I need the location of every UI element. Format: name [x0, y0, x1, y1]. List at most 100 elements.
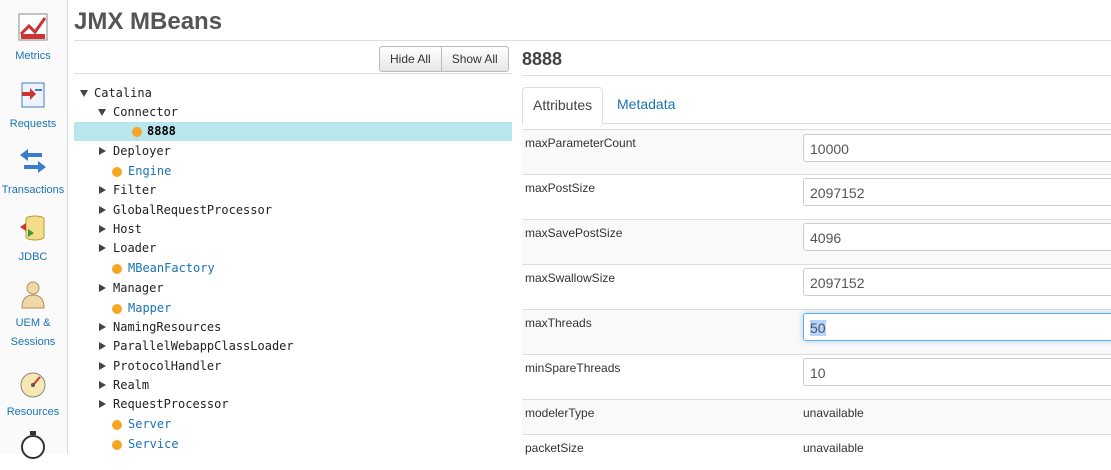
- tree-node-manager[interactable]: Manager: [74, 279, 512, 298]
- attribute-value: unavailable: [803, 406, 864, 420]
- tree-node-globalrequestprocessor[interactable]: GlobalRequestProcessor: [74, 201, 512, 220]
- tree-node-server[interactable]: Server: [74, 415, 512, 434]
- attribute-value-input[interactable]: 2097152: [803, 268, 1111, 296]
- attribute-row: modelerType unavailable: [522, 399, 1111, 435]
- attribute-value-input[interactable]: 50: [803, 313, 1111, 341]
- tree-node-mbeanfactory[interactable]: MBeanFactory: [74, 259, 512, 278]
- collapse-arrow-icon[interactable]: [99, 362, 106, 370]
- tree-node-label: Loader: [113, 241, 157, 255]
- collapse-arrow-icon[interactable]: [99, 381, 106, 389]
- tree-node-label: Realm: [113, 378, 150, 392]
- tree-node-label: ParallelWebappClassLoader: [113, 339, 294, 353]
- attribute-name: packetSize: [525, 441, 584, 455]
- expand-arrow-icon[interactable]: [80, 90, 88, 97]
- mbean-title: 8888: [522, 49, 563, 69]
- tree-node-label: ProtocolHandler: [113, 359, 222, 373]
- attribute-row: minSpareThreads 10: [522, 354, 1111, 400]
- collapse-arrow-icon[interactable]: [99, 225, 106, 233]
- tree-node-label: MBeanFactory: [128, 261, 215, 275]
- tree-divider: [74, 73, 512, 74]
- sidebar-item-resources[interactable]: Resources: [0, 368, 66, 422]
- collapse-arrow-icon[interactable]: [99, 244, 106, 252]
- leaf-dot-icon: [132, 127, 142, 137]
- tree-node-parallelwebappclassloader[interactable]: ParallelWebappClassLoader: [74, 337, 512, 356]
- tree-node-label: Service: [128, 437, 179, 451]
- attribute-name: minSpareThreads: [525, 361, 621, 375]
- tree-node-label: Deployer: [113, 144, 171, 158]
- tree-node-filter[interactable]: Filter: [74, 181, 512, 200]
- collapse-arrow-icon[interactable]: [99, 186, 106, 194]
- tree-node-label: 8888: [147, 124, 176, 138]
- tree-node-catalina[interactable]: Catalina: [74, 84, 512, 103]
- collapse-arrow-icon[interactable]: [99, 147, 106, 155]
- sidebar-item-uem-sessions[interactable]: UEM & Sessions: [0, 279, 66, 352]
- sidebar-item-label: JDBC: [18, 251, 48, 263]
- sidebar-item-timer[interactable]: [0, 430, 66, 464]
- tree-node-mapper[interactable]: Mapper: [74, 299, 512, 318]
- collapse-arrow-icon[interactable]: [99, 206, 106, 214]
- expand-arrow-icon[interactable]: [98, 109, 106, 116]
- hide-all-button[interactable]: Hide All: [379, 46, 442, 72]
- leaf-dot-icon: [112, 304, 122, 314]
- stopwatch-icon: [21, 431, 45, 459]
- sidebar-item-transactions[interactable]: Transactions: [0, 146, 66, 200]
- attribute-value-input[interactable]: 2097152: [803, 178, 1111, 206]
- tab-attributes[interactable]: Attributes: [522, 87, 604, 125]
- tree-node-label: Catalina: [94, 86, 152, 100]
- detail-tabs: Attributes Metadata: [522, 87, 1111, 125]
- tree-node-8888[interactable]: 8888: [74, 122, 512, 141]
- sidebar-item-metrics[interactable]: Metrics: [0, 12, 66, 66]
- leaf-dot-icon: [112, 264, 122, 274]
- collapse-arrow-icon[interactable]: [99, 323, 106, 331]
- tree-node-label: Filter: [113, 183, 157, 197]
- tab-metadata[interactable]: Metadata: [607, 87, 685, 122]
- transactions-icon: [20, 149, 46, 173]
- sidebar-item-jdbc[interactable]: JDBC: [0, 213, 66, 267]
- show-all-button[interactable]: Show All: [441, 46, 509, 72]
- attribute-name: modelerType: [525, 406, 595, 420]
- gauge-icon: [20, 372, 46, 398]
- attribute-row: maxThreads 50: [522, 309, 1111, 355]
- title-divider: [74, 40, 1111, 41]
- attribute-value-input[interactable]: 10000: [803, 134, 1111, 162]
- tree-node-connector[interactable]: Connector: [74, 103, 512, 122]
- attribute-value-input[interactable]: 10: [803, 358, 1111, 386]
- tree-node-label: Manager: [113, 281, 164, 295]
- requests-icon: [21, 82, 45, 108]
- tree-node-label: Server: [128, 417, 172, 431]
- collapse-arrow-icon[interactable]: [99, 342, 106, 350]
- attribute-value-input[interactable]: 4096: [803, 223, 1111, 251]
- tree-node-namingresources[interactable]: NamingResources: [74, 318, 512, 337]
- tree-node-label: NamingResources: [113, 320, 222, 334]
- leaf-dot-icon: [112, 420, 122, 430]
- page-title: JMX MBeans: [74, 8, 223, 35]
- tree-node-deployer[interactable]: Deployer: [74, 142, 512, 161]
- tree-node-requestprocessor[interactable]: RequestProcessor: [74, 395, 512, 414]
- attribute-value: unavailable: [803, 441, 864, 455]
- tree-node-protocolhandler[interactable]: ProtocolHandler: [74, 357, 512, 376]
- tree-node-label: Mapper: [128, 301, 172, 315]
- attribute-row: packetSize unavailable: [522, 434, 1111, 470]
- metrics-chart-icon: [18, 13, 48, 41]
- attribute-name: maxThreads: [525, 316, 592, 330]
- collapse-arrow-icon[interactable]: [99, 284, 106, 292]
- sidebar-item-label: UEM &: [15, 317, 51, 329]
- attribute-row: maxPostSize 2097152: [522, 174, 1111, 220]
- leaf-dot-icon: [112, 167, 122, 177]
- user-icon: [21, 281, 45, 309]
- collapse-arrow-icon[interactable]: [99, 400, 106, 408]
- detail-divider: [522, 75, 1111, 76]
- tree-node-host[interactable]: Host: [74, 220, 512, 239]
- tree-node-service[interactable]: Service: [74, 435, 512, 454]
- tree-node-realm[interactable]: Realm: [74, 376, 512, 395]
- sidebar: Metrics Requests Transactions JDBC UEM &…: [0, 0, 68, 459]
- sidebar-item-requests[interactable]: Requests: [0, 80, 66, 134]
- sidebar-item-label: Metrics: [15, 50, 51, 62]
- attribute-row: maxSavePostSize 4096: [522, 219, 1111, 265]
- attribute-name: maxSwallowSize: [525, 271, 616, 285]
- tree-node-label: Connector: [113, 105, 179, 119]
- tree-node-loader[interactable]: Loader: [74, 239, 512, 258]
- tree-node-engine[interactable]: Engine: [74, 162, 512, 181]
- attribute-name: maxPostSize: [525, 181, 596, 195]
- tree-toolbar: Hide All Show All: [379, 46, 509, 72]
